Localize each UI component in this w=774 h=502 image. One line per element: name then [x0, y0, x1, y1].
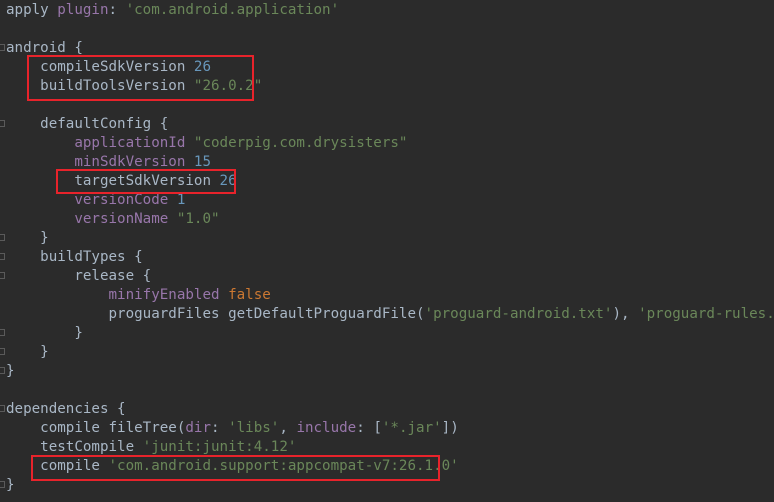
fold-marker-icon[interactable] [0, 120, 5, 127]
code-token: "coderpig.com.drysisters" [193, 135, 408, 151]
code-token: : [108, 2, 126, 18]
code-line[interactable]: testCompile 'junit:junit:4.12' [6, 438, 296, 457]
code-token: buildTypes { [6, 249, 143, 265]
code-token: "1.0" [176, 211, 220, 227]
fold-marker-icon[interactable] [0, 329, 5, 336]
code-token: , [279, 420, 297, 436]
code-editor[interactable]: apply plugin: 'com.android.application' a… [0, 0, 774, 502]
code-token: : [ [356, 420, 382, 436]
code-token: include [296, 420, 357, 436]
code-token: 26 [193, 59, 212, 75]
code-token: release { [6, 268, 152, 284]
code-token: versionName [6, 211, 177, 227]
code-token: } [6, 344, 49, 360]
code-token: 'com.android.application' [125, 2, 340, 18]
code-line[interactable]: dependencies { [6, 400, 126, 419]
code-token: plugin [57, 2, 109, 18]
code-token: proguardFiles getDefaultProguardFile( [6, 306, 425, 322]
code-line[interactable]: release { [6, 267, 151, 286]
code-token: 'proguard-rules.pro' [638, 306, 774, 322]
fold-marker-icon[interactable] [0, 272, 5, 279]
code-token: compile fileTree( [6, 420, 186, 436]
code-line[interactable]: versionName "1.0" [6, 210, 220, 229]
code-token: compile [6, 458, 109, 474]
fold-marker-icon[interactable] [0, 234, 5, 241]
code-line[interactable]: proguardFiles getDefaultProguardFile('pr… [6, 305, 774, 324]
code-token: } [6, 325, 83, 341]
code-token: versionCode [6, 192, 177, 208]
code-token: defaultConfig { [6, 116, 169, 132]
code-token: "26.0.2" [193, 78, 263, 94]
code-line[interactable]: android { [6, 39, 83, 58]
code-token: '*.jar' [381, 420, 442, 436]
code-token: } [6, 477, 15, 493]
fold-marker-icon[interactable] [0, 367, 5, 374]
code-line[interactable]: compile fileTree(dir: 'libs', include: [… [6, 419, 459, 438]
code-token: minifyEnabled [6, 287, 229, 303]
code-token: compileSdkVersion [6, 59, 194, 75]
code-line[interactable]: targetSdkVersion 26 [6, 172, 237, 191]
code-line[interactable]: apply plugin: 'com.android.application' [6, 1, 339, 20]
code-line[interactable]: versionCode 1 [6, 191, 185, 210]
code-token: applicationId [6, 135, 194, 151]
code-token: ]) [441, 420, 459, 436]
code-token: testCompile [6, 439, 143, 455]
code-line[interactable]: defaultConfig { [6, 115, 168, 134]
code-line[interactable]: compileSdkVersion 26 [6, 58, 211, 77]
code-token: targetSdkVersion [6, 173, 220, 189]
code-line[interactable]: applicationId "coderpig.com.drysisters" [6, 134, 407, 153]
code-line[interactable]: minSdkVersion 15 [6, 153, 211, 172]
code-token: 1 [176, 192, 186, 208]
code-token: } [6, 230, 49, 246]
code-line[interactable]: minifyEnabled false [6, 286, 271, 305]
fold-marker-icon[interactable] [0, 405, 5, 412]
fold-marker-icon[interactable] [0, 481, 5, 488]
code-token: dir [185, 420, 211, 436]
code-token: 'proguard-android.txt' [424, 306, 613, 322]
code-token: dependencies { [6, 401, 126, 417]
code-line[interactable]: } [6, 229, 49, 248]
code-token: : [211, 420, 229, 436]
code-line[interactable]: } [6, 324, 83, 343]
code-token: 15 [193, 154, 212, 170]
code-token: apply [6, 2, 58, 18]
code-token: android { [6, 40, 83, 56]
fold-marker-icon[interactable] [0, 348, 5, 355]
code-token: minSdkVersion [6, 154, 194, 170]
code-line[interactable]: } [6, 476, 15, 495]
code-token: 'com.android.support:appcompat-v7:26.1.0… [108, 458, 459, 474]
code-token: false [228, 287, 271, 303]
code-token: } [6, 363, 15, 379]
code-token: 'junit:junit:4.12' [142, 439, 297, 455]
fold-marker-icon[interactable] [0, 253, 5, 260]
code-token: buildToolsVersion [6, 78, 194, 94]
code-token: 26 [219, 173, 237, 189]
code-token: 'libs' [228, 420, 280, 436]
code-line[interactable]: buildToolsVersion "26.0.2" [6, 77, 262, 96]
code-line[interactable]: } [6, 343, 49, 362]
code-line[interactable]: buildTypes { [6, 248, 143, 267]
code-line[interactable]: compile 'com.android.support:appcompat-v… [6, 457, 459, 476]
code-line[interactable]: } [6, 362, 15, 381]
fold-marker-icon[interactable] [0, 44, 5, 51]
code-token: ), [612, 306, 639, 322]
